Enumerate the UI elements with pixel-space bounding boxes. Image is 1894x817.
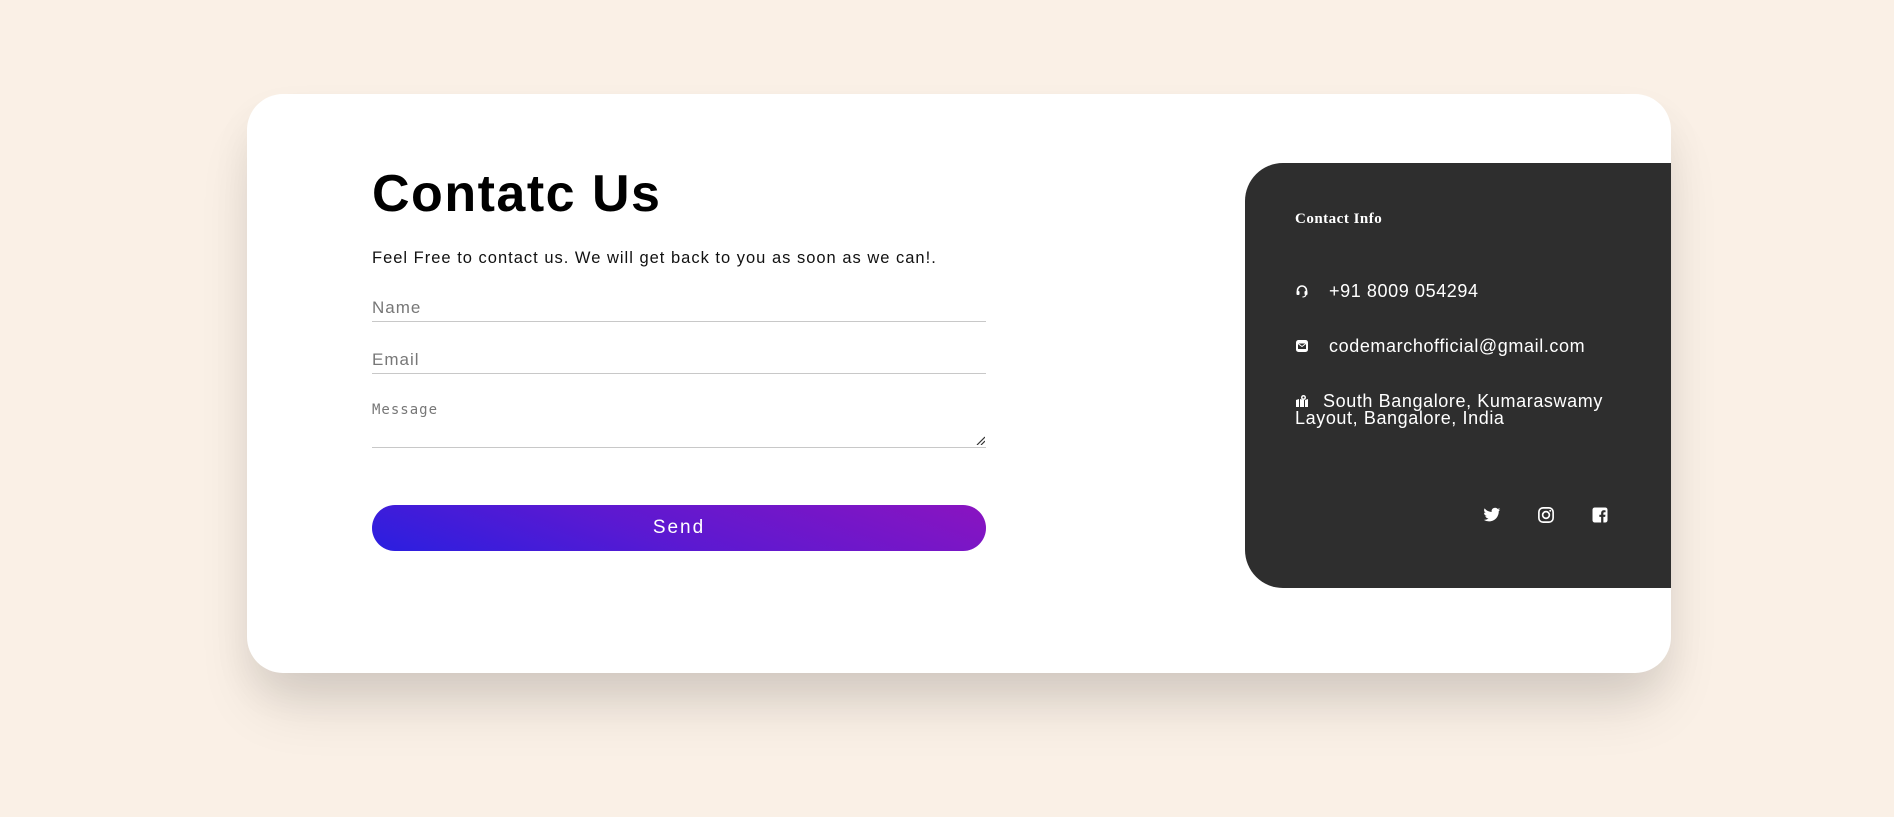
form-subtitle: Feel Free to contact us. We will get bac… <box>372 249 937 267</box>
envelope-icon <box>1296 340 1308 352</box>
message-textarea[interactable] <box>372 400 986 446</box>
address-text: South Bangalore, Kumaraswamy Layout, Ban… <box>1295 391 1603 428</box>
resize-grip-icon[interactable] <box>975 435 985 445</box>
phone-number[interactable]: +91 8009 054294 <box>1329 281 1479 302</box>
social-links <box>1483 506 1609 524</box>
email-row: codemarchofficial@gmail.com <box>1295 336 1585 357</box>
name-field-wrapper <box>372 296 986 322</box>
email-input[interactable] <box>372 348 986 372</box>
map-marker-icon <box>1296 395 1308 407</box>
phone-row: +91 8009 054294 <box>1295 281 1479 302</box>
email-address[interactable]: codemarchofficial@gmail.com <box>1329 336 1585 357</box>
email-field-wrapper <box>372 348 986 374</box>
contact-info-panel: Contact Info +91 8009 054294 codemarchof… <box>1245 163 1671 588</box>
contact-card: Contatc Us Feel Free to contact us. We w… <box>247 94 1671 673</box>
headset-icon <box>1296 285 1308 298</box>
name-input[interactable] <box>372 296 986 320</box>
instagram-icon[interactable] <box>1537 506 1555 524</box>
contact-form: Contatc Us Feel Free to contact us. We w… <box>372 164 986 551</box>
address-row: South Bangalore, Kumaraswamy Layout, Ban… <box>1295 391 1625 427</box>
twitter-icon[interactable] <box>1483 506 1501 524</box>
page-title: Contatc Us <box>372 165 662 223</box>
contact-info-title: Contact Info <box>1295 211 1383 227</box>
facebook-icon[interactable] <box>1591 506 1609 524</box>
message-field-wrapper <box>372 400 986 448</box>
send-button[interactable]: Send <box>372 505 986 551</box>
